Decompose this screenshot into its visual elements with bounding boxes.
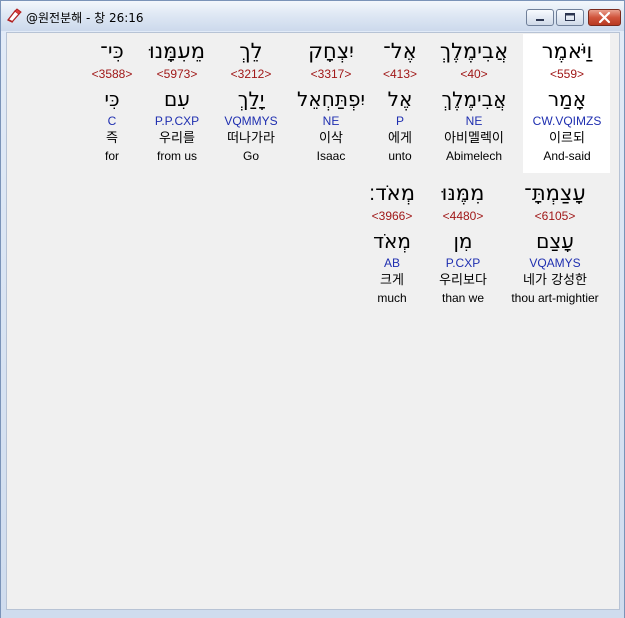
korean-gloss: 이르되 bbox=[549, 131, 585, 146]
word-column[interactable]: וַיֹּאמֶר <559> אָמַר CW.VQIMZS 이르되 And-… bbox=[522, 38, 612, 165]
lemma-word: מְאֹד bbox=[373, 229, 411, 253]
parsing-code: VQAMYS bbox=[529, 256, 581, 270]
korean-gloss: 이삭 bbox=[319, 131, 343, 146]
strong-number[interactable]: <3317> bbox=[286, 65, 376, 84]
lemma-word: עָצַם bbox=[536, 229, 574, 253]
parsing-code: CW.VQIMZS bbox=[532, 114, 602, 128]
close-button[interactable] bbox=[588, 9, 621, 26]
korean-gloss: 네가 강성한 bbox=[523, 273, 587, 288]
english-gloss: Isaac bbox=[316, 149, 346, 163]
lemma-word: אָמַר bbox=[547, 87, 587, 111]
hebrew-word: כִּי־ bbox=[100, 39, 124, 63]
minimize-icon bbox=[536, 19, 544, 21]
hebrew-word: עָצַמְתָּ־ bbox=[524, 181, 586, 205]
hebrew-word: מְאֹד׃ bbox=[369, 181, 415, 205]
word-column[interactable]: יִצְחָק <3317> יִפְתַּחְאֵל NE 이삭 Isaac bbox=[286, 38, 376, 165]
lemma-word: יִפְתַּחְאֵל bbox=[297, 87, 365, 111]
parsing-code: NE bbox=[322, 114, 340, 128]
close-icon bbox=[598, 11, 611, 24]
minimize-button[interactable] bbox=[526, 9, 554, 26]
lemma-word: כִּי bbox=[104, 87, 120, 111]
english-gloss: thou art-mightier bbox=[511, 291, 599, 305]
strong-number[interactable]: <3588> bbox=[67, 65, 157, 84]
korean-gloss: 크게 bbox=[380, 273, 404, 288]
hebrew-word: יִצְחָק bbox=[308, 39, 354, 63]
window-bottom-border bbox=[1, 612, 624, 618]
strong-number[interactable]: <6105> bbox=[500, 207, 610, 226]
parsing-code: AB bbox=[383, 256, 400, 270]
window-title: @원전분해 - 창 26:16 bbox=[26, 11, 144, 25]
word-column[interactable]: עָצַמְתָּ־ <6105> עָצַם VQAMYS 네가 강성한 th… bbox=[500, 180, 610, 307]
app-icon bbox=[6, 8, 22, 24]
korean-gloss: 즉 bbox=[106, 131, 118, 146]
maximize-icon bbox=[565, 13, 575, 21]
app-window: @원전분해 - 창 26:16 וַיֹּאמֶר <559> אָמַר CW… bbox=[0, 0, 625, 618]
english-gloss: for bbox=[104, 149, 119, 163]
strong-number[interactable]: <559> bbox=[522, 65, 612, 84]
english-gloss: much bbox=[377, 291, 407, 305]
strong-number[interactable]: <3966> bbox=[347, 207, 437, 226]
parsing-code: C bbox=[107, 114, 117, 128]
english-gloss: And-said bbox=[543, 149, 591, 163]
word-column[interactable]: מְאֹד׃ <3966> מְאֹד AB 크게 much bbox=[347, 180, 437, 307]
title-bar[interactable]: @원전분해 - 창 26:16 bbox=[1, 1, 624, 31]
maximize-button[interactable] bbox=[556, 9, 584, 26]
word-column[interactable]: כִּי־ <3588> כִּי C 즉 for bbox=[67, 38, 157, 165]
hebrew-word: וַיֹּאמֶר bbox=[541, 39, 593, 63]
